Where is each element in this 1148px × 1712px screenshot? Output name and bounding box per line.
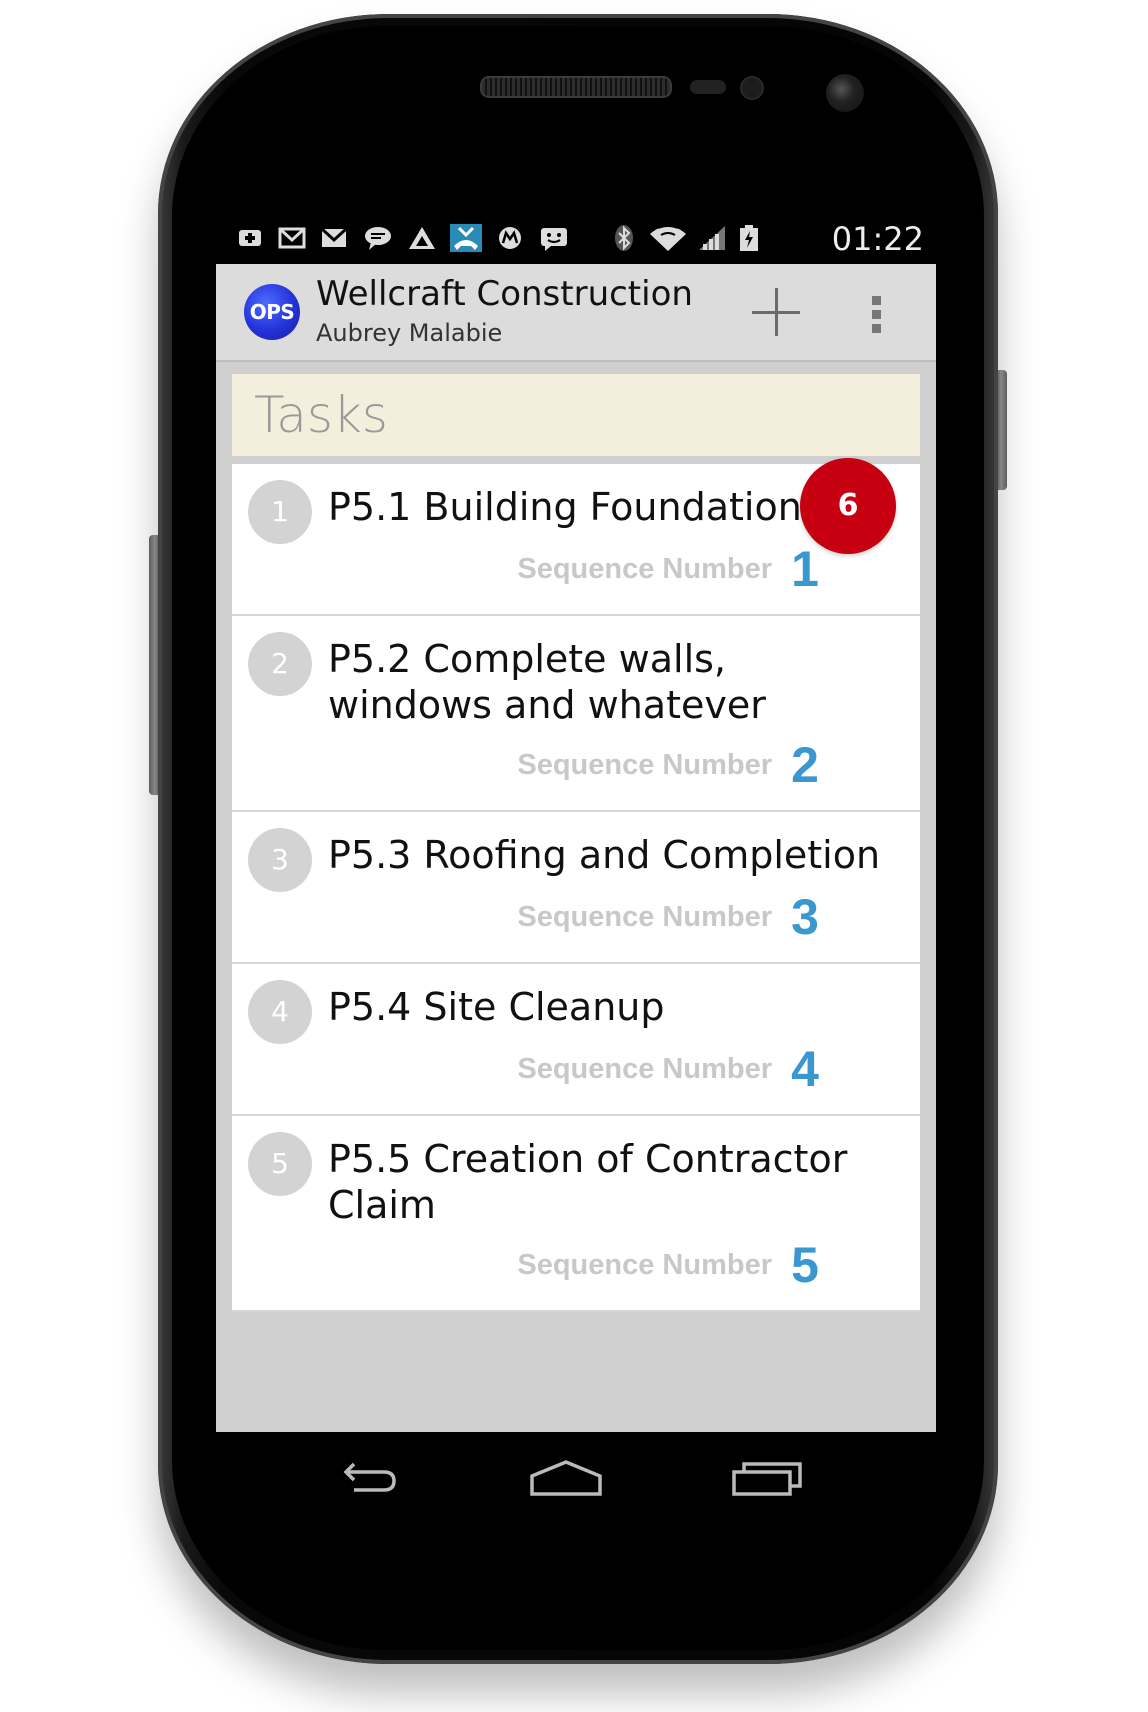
plus-icon[interactable]	[746, 282, 806, 342]
task-row[interactable]: 5 P5.5 Creation of Contractor Claim Sequ…	[232, 1116, 920, 1312]
task-content: Tasks 6 1 P5.1 Building Foundation Seque…	[216, 362, 936, 1432]
earpiece-speaker	[480, 76, 672, 98]
task-row[interactable]: 3 P5.3 Roofing and Completion Sequence N…	[232, 812, 920, 964]
app-logo[interactable]: OPS	[244, 284, 300, 340]
missed-call-icon	[450, 224, 482, 252]
task-title: P5.2 Complete walls, windows and whateve…	[328, 637, 766, 727]
sequence-value: 3	[791, 889, 819, 945]
overflow-menu-icon[interactable]	[856, 284, 896, 344]
task-count-badge: 6	[800, 458, 896, 554]
recents-icon[interactable]	[728, 1454, 808, 1498]
message-icon	[538, 224, 570, 252]
sequence-info: Sequence Number 5	[517, 1238, 820, 1292]
action-bar: OPS Wellcraft Construction Aubrey Malabi…	[216, 264, 936, 362]
signal-icon	[696, 224, 728, 252]
sequence-label: Sequence Number	[517, 553, 772, 585]
proximity-sensor	[690, 80, 726, 94]
sequence-info: Sequence Number 2	[517, 738, 820, 792]
home-icon[interactable]	[526, 1454, 606, 1498]
light-sensor	[740, 76, 764, 100]
sequence-info: Sequence Number 4	[517, 1042, 820, 1096]
sequence-label: Sequence Number	[517, 901, 772, 933]
task-number-circle: 4	[248, 980, 312, 1044]
task-row[interactable]: 4 P5.4 Site Cleanup Sequence Number 4	[232, 964, 920, 1116]
task-title: P5.3 Roofing and Completion	[328, 833, 881, 877]
screen: 01:22 OPS Wellcraft Construction Aubrey …	[216, 212, 936, 1498]
sequence-label: Sequence Number	[517, 1249, 772, 1281]
front-camera	[826, 74, 864, 112]
wifi-icon	[648, 224, 688, 252]
motorola-icon	[494, 224, 526, 252]
sequence-value: 5	[791, 1237, 819, 1293]
status-bar: 01:22	[216, 212, 936, 264]
back-icon[interactable]	[324, 1454, 404, 1498]
sequence-value: 4	[791, 1041, 819, 1097]
navigation-bar	[216, 1432, 936, 1498]
bluetooth-icon	[608, 224, 640, 252]
task-number-circle: 3	[248, 828, 312, 892]
battery-icon	[738, 224, 760, 252]
task-list: 1 P5.1 Building Foundation Sequence Numb…	[232, 464, 920, 1312]
section-title: Tasks	[254, 386, 388, 444]
triangle-app-icon	[406, 224, 438, 252]
clock: 01:22	[831, 220, 924, 258]
gmail-icon	[276, 224, 308, 252]
chat-bubble-icon	[362, 224, 394, 252]
app-subtitle: Aubrey Malabie	[316, 319, 503, 347]
task-row[interactable]: 2 P5.2 Complete walls, windows and whate…	[232, 616, 920, 812]
sequence-info: Sequence Number 1	[517, 542, 820, 596]
gmail-icon	[318, 224, 350, 252]
sequence-label: Sequence Number	[517, 749, 772, 781]
section-header: Tasks	[232, 374, 920, 456]
task-number-circle: 5	[248, 1132, 312, 1196]
task-number-circle: 2	[248, 632, 312, 696]
sequence-value: 1	[791, 541, 819, 597]
plus-notification-icon	[234, 224, 266, 252]
sequence-value: 2	[791, 737, 819, 793]
sequence-info: Sequence Number 3	[517, 890, 820, 944]
app-title: Wellcraft Construction	[316, 274, 693, 314]
task-number-circle: 1	[248, 480, 312, 544]
sequence-label: Sequence Number	[517, 1053, 772, 1085]
task-title: P5.4 Site Cleanup	[328, 985, 665, 1029]
task-title: P5.5 Creation of Contractor Claim	[328, 1137, 848, 1227]
